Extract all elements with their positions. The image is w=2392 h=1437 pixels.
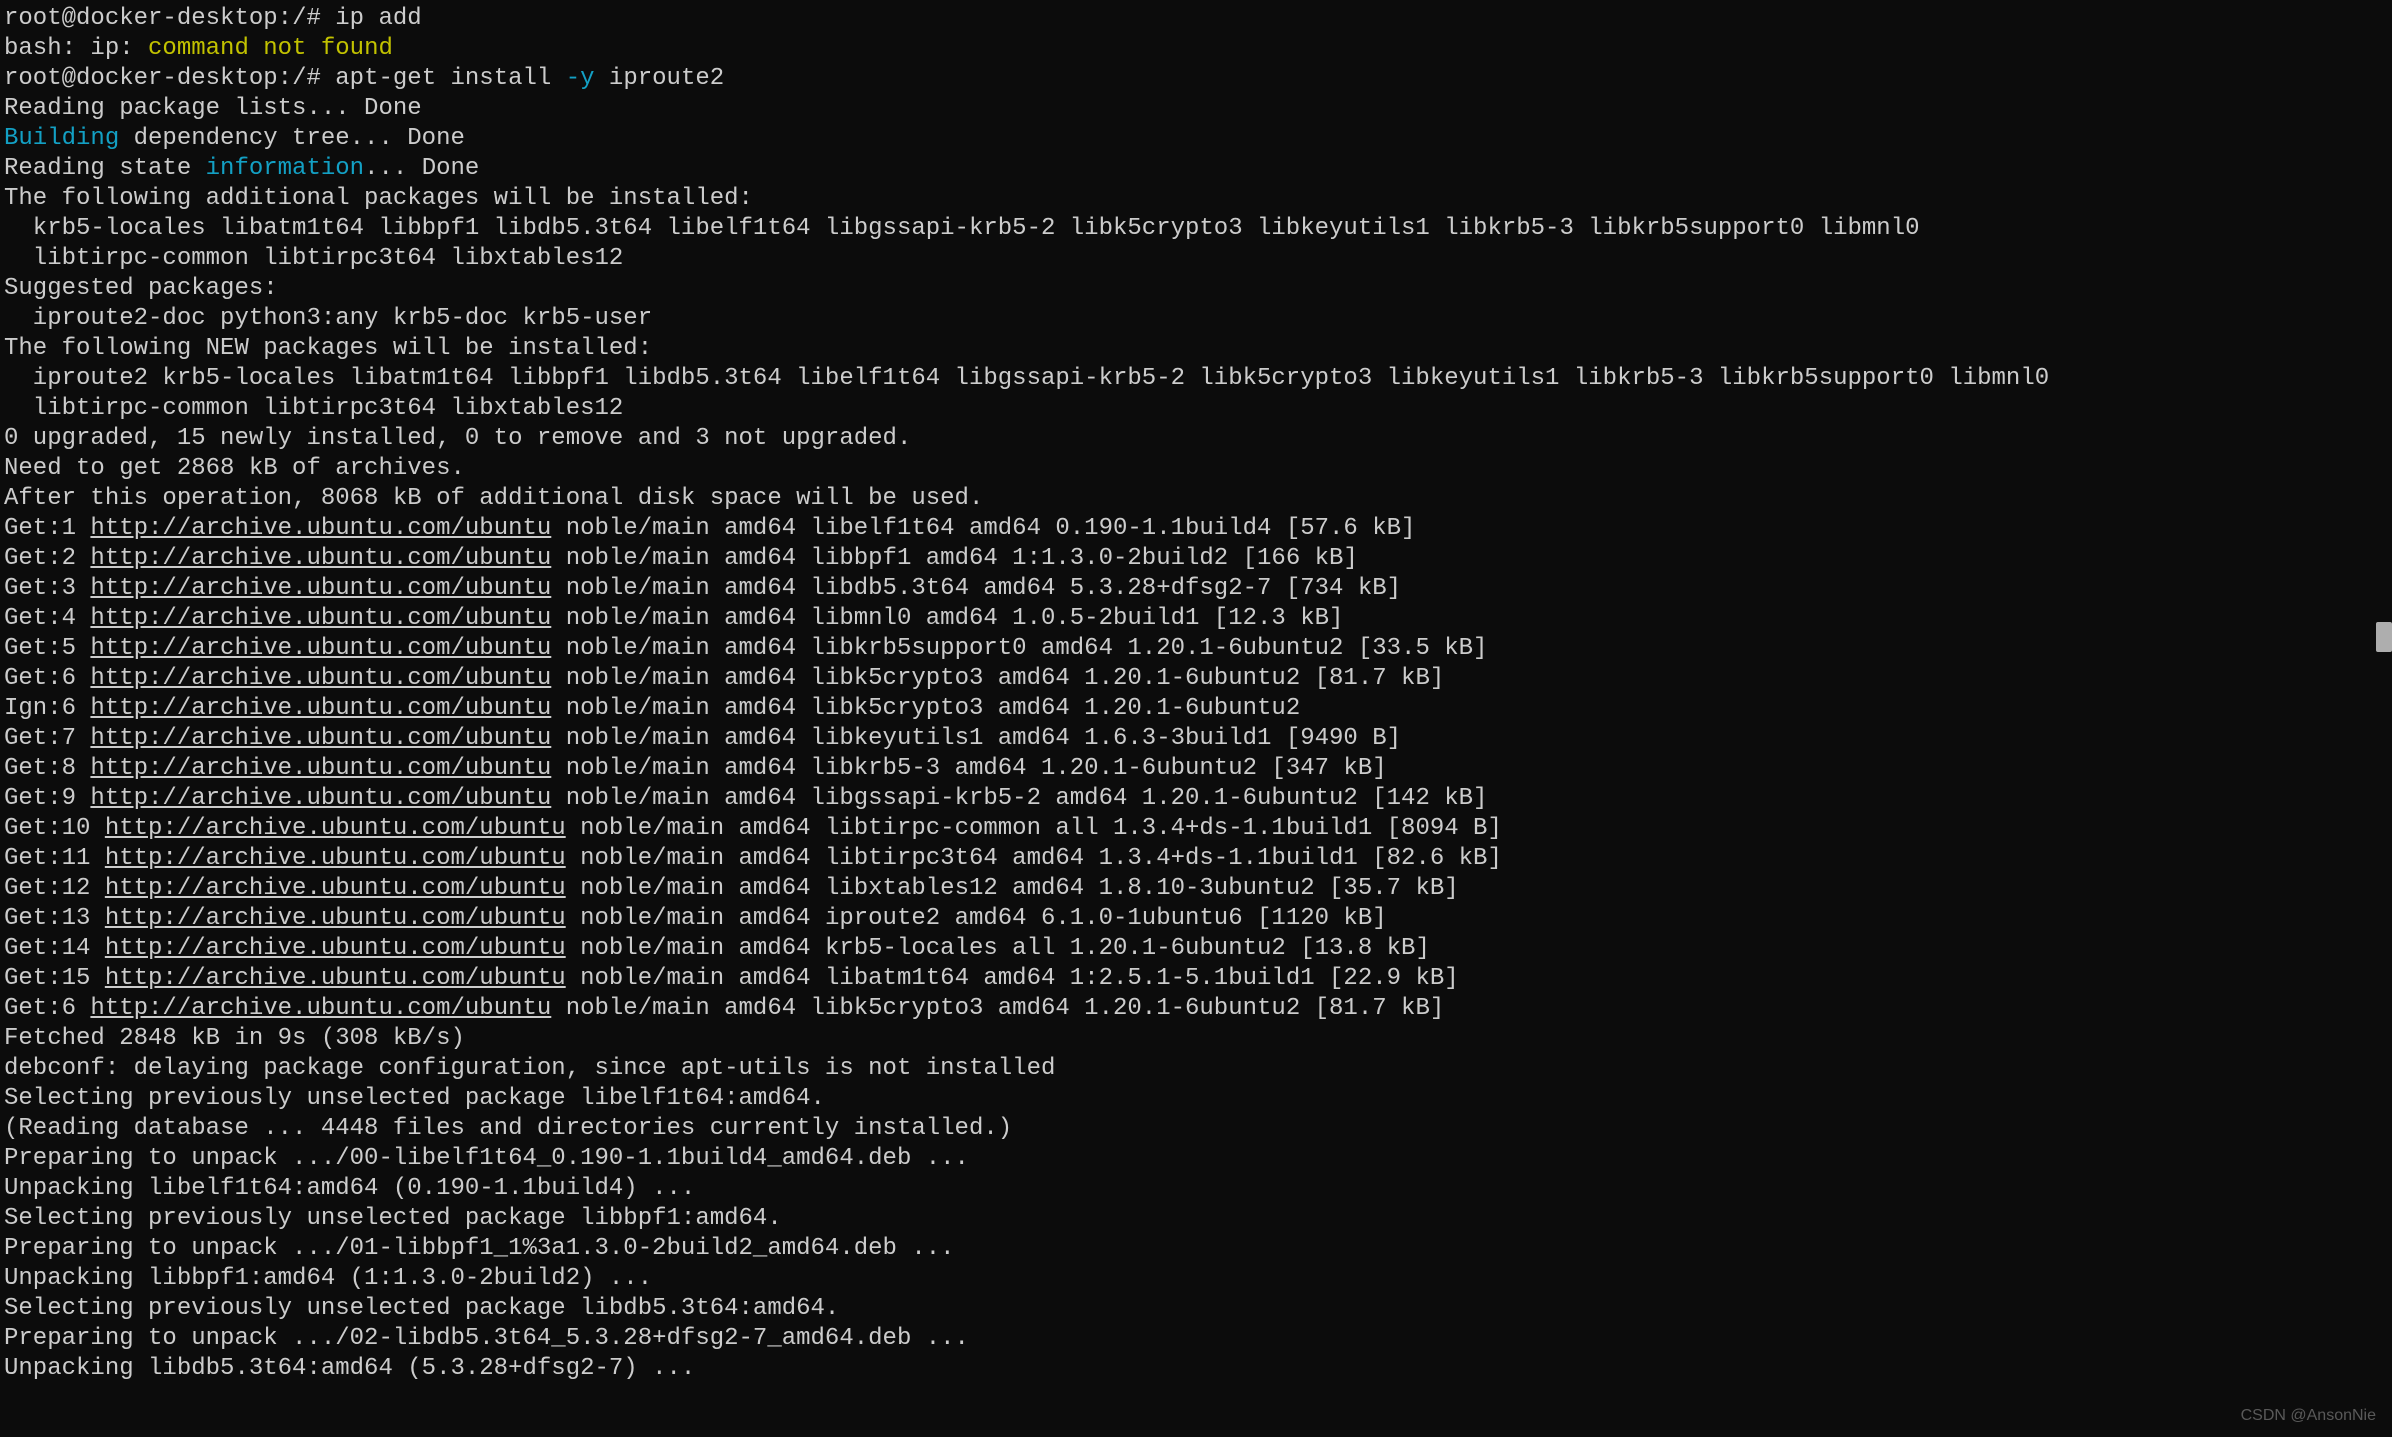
repo-url: http://archive.ubuntu.com/ubuntu <box>90 755 551 782</box>
download-line: Ign:6 http://archive.ubuntu.com/ubuntu n… <box>4 695 1300 722</box>
repo-url: http://archive.ubuntu.com/ubuntu <box>105 935 566 962</box>
repo-url: http://archive.ubuntu.com/ubuntu <box>105 815 566 842</box>
repo-url: http://archive.ubuntu.com/ubuntu <box>105 845 566 872</box>
download-line: Get:5 http://archive.ubuntu.com/ubuntu n… <box>4 635 1487 662</box>
scrollbar-thumb[interactable] <box>2376 622 2392 652</box>
repo-url: http://archive.ubuntu.com/ubuntu <box>105 875 566 902</box>
output-line: Selecting previously unselected package … <box>4 1295 839 1322</box>
output-line: Suggested packages: <box>4 275 278 302</box>
output-line: Selecting previously unselected package … <box>4 1205 782 1232</box>
download-line: Get:6 http://archive.ubuntu.com/ubuntu n… <box>4 995 1444 1022</box>
output-line: The following additional packages will b… <box>4 185 753 212</box>
output-line: Reading state information... Done <box>4 155 479 182</box>
output-line: debconf: delaying package configuration,… <box>4 1055 1055 1082</box>
terminal-output[interactable]: root@docker-desktop:/# ip add bash: ip: … <box>0 0 2392 1388</box>
repo-url: http://archive.ubuntu.com/ubuntu <box>90 785 551 812</box>
output-line: Fetched 2848 kB in 9s (308 kB/s) <box>4 1025 465 1052</box>
output-line: libtirpc-common libtirpc3t64 libxtables1… <box>4 245 623 272</box>
download-line: Get:12 http://archive.ubuntu.com/ubuntu … <box>4 875 1459 902</box>
command-text: apt-get install -y iproute2 <box>335 65 724 92</box>
download-line: Get:14 http://archive.ubuntu.com/ubuntu … <box>4 935 1430 962</box>
repo-url: http://archive.ubuntu.com/ubuntu <box>105 965 566 992</box>
output-line: iproute2 krb5-locales libatm1t64 libbpf1… <box>4 365 2049 392</box>
output-line: Selecting previously unselected package … <box>4 1085 825 1112</box>
download-line: Get:13 http://archive.ubuntu.com/ubuntu … <box>4 905 1387 932</box>
repo-url: http://archive.ubuntu.com/ubuntu <box>90 575 551 602</box>
building-word: Building <box>4 125 119 152</box>
output-line: 0 upgraded, 15 newly installed, 0 to rem… <box>4 425 911 452</box>
download-line: Get:7 http://archive.ubuntu.com/ubuntu n… <box>4 725 1401 752</box>
repo-url: http://archive.ubuntu.com/ubuntu <box>90 605 551 632</box>
repo-url: http://archive.ubuntu.com/ubuntu <box>90 665 551 692</box>
bash-error-line: bash: ip: command not found <box>4 35 393 62</box>
information-word: information <box>206 155 364 182</box>
download-line: Get:1 http://archive.ubuntu.com/ubuntu n… <box>4 515 1415 542</box>
download-line: Get:4 http://archive.ubuntu.com/ubuntu n… <box>4 605 1343 632</box>
output-line: Unpacking libdb5.3t64:amd64 (5.3.28+dfsg… <box>4 1355 695 1382</box>
output-line: After this operation, 8068 kB of additio… <box>4 485 983 512</box>
download-line: Get:2 http://archive.ubuntu.com/ubuntu n… <box>4 545 1358 572</box>
output-line: Unpacking libbpf1:amd64 (1:1.3.0-2build2… <box>4 1265 652 1292</box>
output-line: The following NEW packages will be insta… <box>4 335 652 362</box>
repo-url: http://archive.ubuntu.com/ubuntu <box>90 515 551 542</box>
output-line: Preparing to unpack .../00-libelf1t64_0.… <box>4 1145 969 1172</box>
repo-url: http://archive.ubuntu.com/ubuntu <box>90 695 551 722</box>
scrollbar-vertical[interactable] <box>2376 0 2392 1437</box>
output-line: Preparing to unpack .../01-libbpf1_1%3a1… <box>4 1235 955 1262</box>
error-text: command not found <box>148 35 393 62</box>
download-line: Get:9 http://archive.ubuntu.com/ubuntu n… <box>4 785 1487 812</box>
download-line: Get:11 http://archive.ubuntu.com/ubuntu … <box>4 845 1502 872</box>
output-line: libtirpc-common libtirpc3t64 libxtables1… <box>4 395 623 422</box>
repo-url: http://archive.ubuntu.com/ubuntu <box>90 725 551 752</box>
output-line: Unpacking libelf1t64:amd64 (0.190-1.1bui… <box>4 1175 695 1202</box>
download-line: Get:8 http://archive.ubuntu.com/ubuntu n… <box>4 755 1387 782</box>
command-text: ip add <box>335 5 421 32</box>
prompt: root@docker-desktop:/# <box>4 65 335 92</box>
output-line: Need to get 2868 kB of archives. <box>4 455 465 482</box>
prompt: root@docker-desktop:/# <box>4 5 335 32</box>
watermark: CSDN @AnsonNie <box>2241 1401 2376 1431</box>
cmd-flag: -y <box>566 65 595 92</box>
repo-url: http://archive.ubuntu.com/ubuntu <box>90 545 551 572</box>
repo-url: http://archive.ubuntu.com/ubuntu <box>90 995 551 1022</box>
output-line: Preparing to unpack .../02-libdb5.3t64_5… <box>4 1325 969 1352</box>
output-line: krb5-locales libatm1t64 libbpf1 libdb5.3… <box>4 215 1920 242</box>
download-line: Get:6 http://archive.ubuntu.com/ubuntu n… <box>4 665 1444 692</box>
download-line: Get:15 http://archive.ubuntu.com/ubuntu … <box>4 965 1459 992</box>
output-line: Reading package lists... Done <box>4 95 422 122</box>
output-line: Building dependency tree... Done <box>4 125 465 152</box>
output-line: (Reading database ... 4448 files and dir… <box>4 1115 1012 1142</box>
output-line: iproute2-doc python3:any krb5-doc krb5-u… <box>4 305 652 332</box>
download-line: Get:3 http://archive.ubuntu.com/ubuntu n… <box>4 575 1401 602</box>
repo-url: http://archive.ubuntu.com/ubuntu <box>105 905 566 932</box>
download-line: Get:10 http://archive.ubuntu.com/ubuntu … <box>4 815 1502 842</box>
repo-url: http://archive.ubuntu.com/ubuntu <box>90 635 551 662</box>
